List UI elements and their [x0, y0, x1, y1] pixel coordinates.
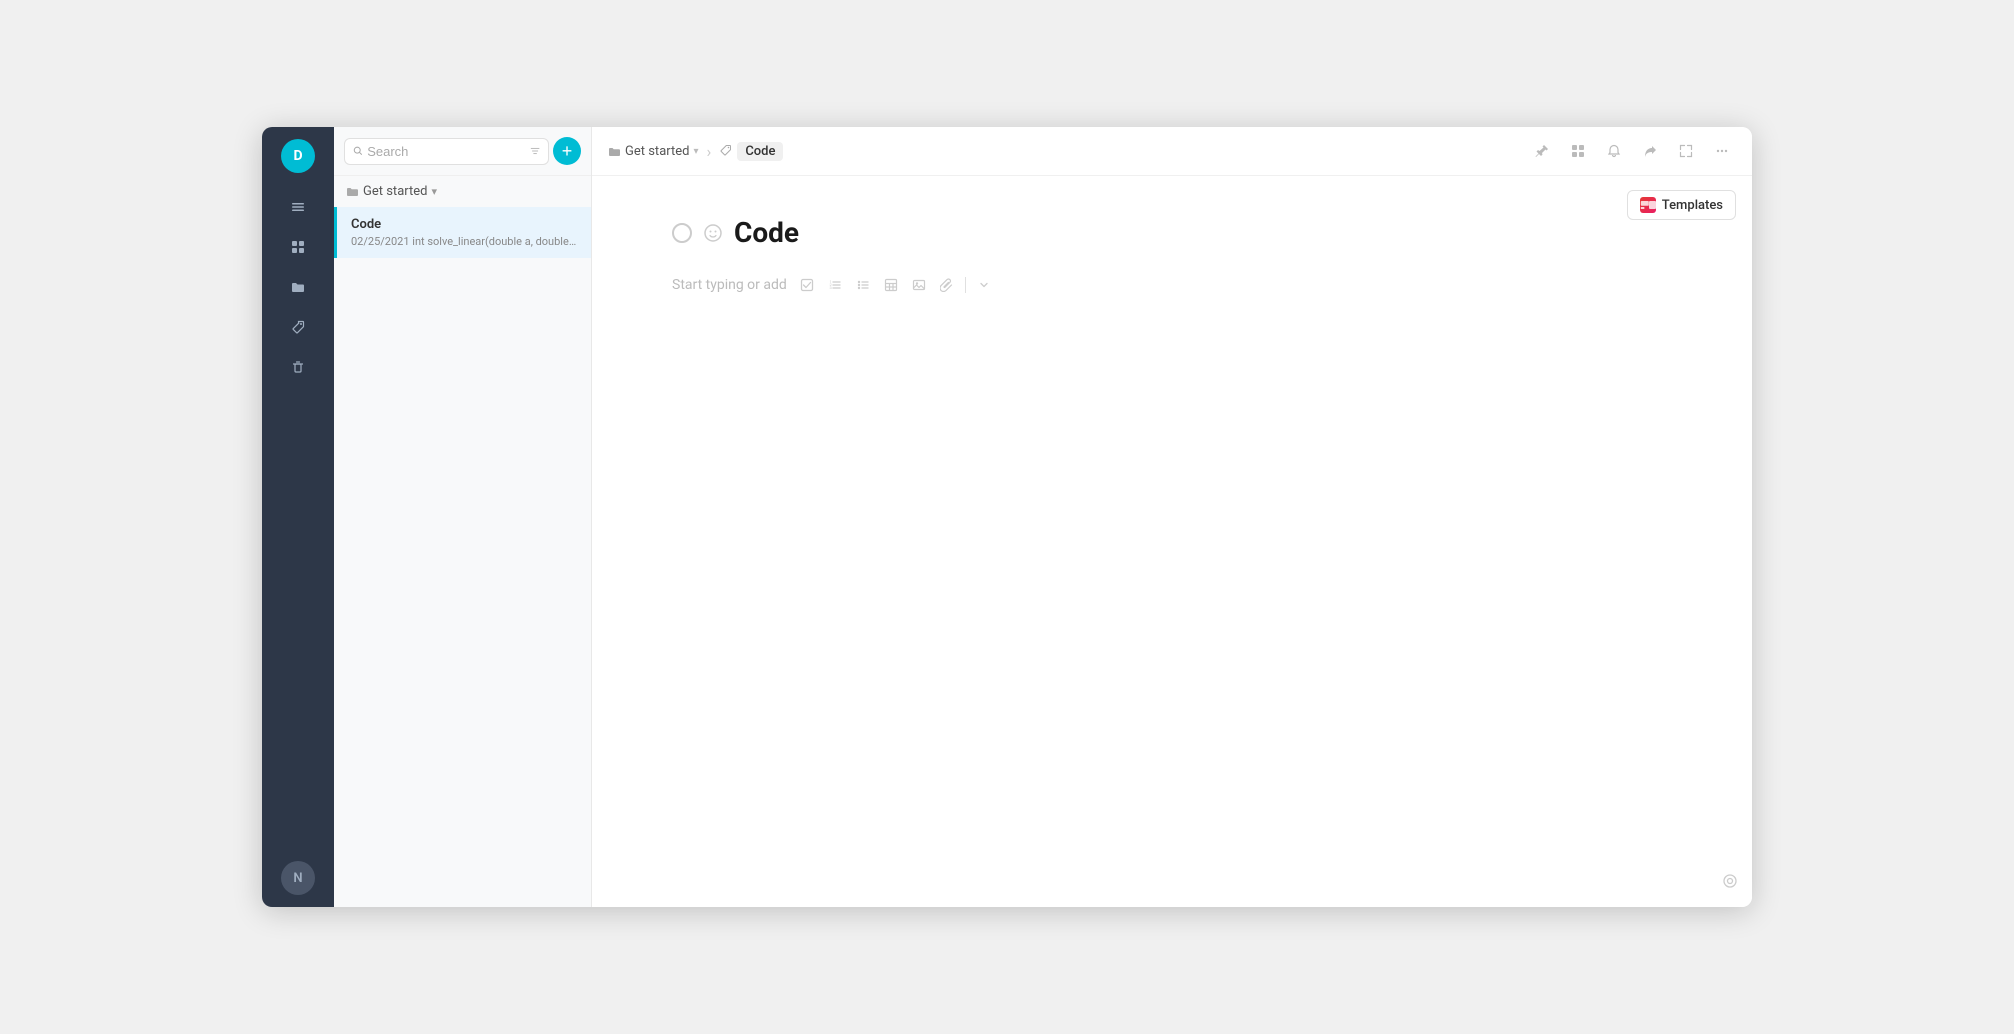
breadcrumb-dropdown-icon[interactable]: ▾	[693, 146, 698, 157]
editor-toolbar-chevron[interactable]	[972, 273, 996, 297]
note-emoji-icon[interactable]	[702, 222, 724, 244]
more-button[interactable]	[1708, 137, 1736, 165]
note-editor-title: Code	[734, 216, 799, 249]
pin-button[interactable]	[1528, 137, 1556, 165]
folder-nav-icon[interactable]	[280, 269, 316, 305]
image-tool[interactable]	[907, 273, 931, 297]
unordered-list-tool[interactable]	[851, 273, 875, 297]
search-input[interactable]	[367, 144, 526, 159]
bell-button[interactable]	[1600, 137, 1628, 165]
search-icon	[353, 145, 363, 157]
editor-area[interactable]: Templates Code Start typing or add	[592, 176, 1752, 907]
trash-nav-icon[interactable]	[280, 349, 316, 385]
expand-button[interactable]	[1672, 137, 1700, 165]
breadcrumb-folder[interactable]: Get started ▾	[608, 144, 699, 159]
svg-text:3: 3	[829, 285, 831, 290]
settings-icon[interactable]	[1722, 873, 1738, 893]
grid-icon[interactable]	[280, 229, 316, 265]
bottom-user-avatar[interactable]: N	[281, 861, 315, 895]
note-title-row: Code	[672, 216, 1672, 249]
editor-placeholder-row[interactable]: Start typing or add 1	[672, 273, 1672, 297]
attachment-tool[interactable]	[935, 273, 959, 297]
tag-icon	[719, 144, 731, 156]
note-status-icon[interactable]	[672, 223, 692, 243]
folder-header-icon	[346, 185, 359, 198]
editor-toolbar: 1 2 3	[795, 273, 996, 297]
note-title: Code	[351, 217, 577, 232]
toolbar-right	[1528, 137, 1736, 165]
editor-toolbar-divider	[965, 277, 966, 293]
filter-icon[interactable]	[530, 145, 540, 157]
tag-nav-icon[interactable]	[280, 309, 316, 345]
breadcrumb-tag[interactable]	[719, 144, 731, 159]
add-note-button[interactable]: +	[553, 137, 581, 165]
share-button[interactable]	[1636, 137, 1664, 165]
search-input-wrap[interactable]	[344, 138, 549, 165]
ordered-list-tool[interactable]: 1 2 3	[823, 273, 847, 297]
table-tool[interactable]	[879, 273, 903, 297]
folder-header[interactable]: Get started ▾	[334, 176, 591, 207]
templates-label: Templates	[1662, 198, 1723, 213]
checkbox-tool[interactable]	[795, 273, 819, 297]
layout-button[interactable]	[1564, 137, 1592, 165]
templates-button[interactable]: Templates	[1627, 190, 1736, 220]
breadcrumb-folder-icon	[608, 145, 621, 158]
main-content: Get started ▾ › Code	[592, 127, 1752, 907]
folder-chevron[interactable]: ▾	[431, 185, 437, 198]
notes-panel: + Get started ▾ Code 02/25/2021 int solv…	[334, 127, 592, 907]
menu-icon[interactable]	[280, 189, 316, 225]
templates-icon	[1640, 197, 1656, 213]
note-preview: 02/25/2021 int solve_linear(double a, do…	[351, 235, 577, 248]
left-sidebar: D	[262, 127, 334, 907]
breadcrumb-current: Code	[737, 142, 783, 161]
main-toolbar: Get started ▾ › Code	[592, 127, 1752, 176]
user-avatar[interactable]: D	[281, 139, 315, 173]
folder-name: Get started	[363, 184, 427, 199]
search-bar: +	[334, 127, 591, 176]
editor-placeholder: Start typing or add	[672, 277, 787, 293]
breadcrumb-folder-label: Get started	[625, 144, 689, 159]
breadcrumb-separator: ›	[707, 142, 712, 161]
note-item[interactable]: Code 02/25/2021 int solve_linear(double …	[334, 207, 591, 258]
